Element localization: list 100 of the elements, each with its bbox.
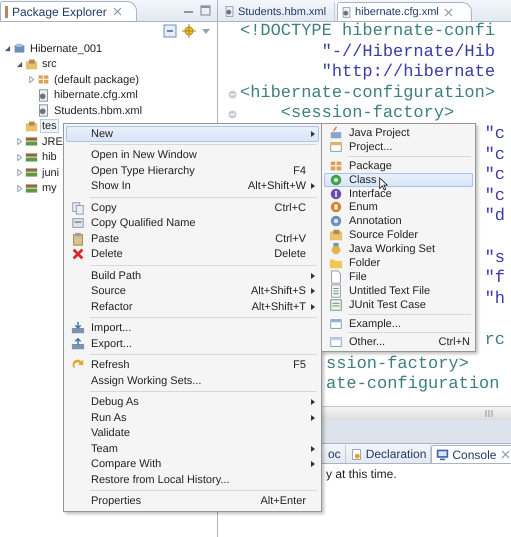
console-icon [436,448,450,461]
class-icon [329,172,343,187]
library-icon [25,166,38,180]
menu-item[interactable]: Build Path [66,268,319,284]
code-text: "c [484,186,505,206]
xml-file-icon [37,104,50,118]
maximize-icon[interactable] [200,5,211,16]
tree-item[interactable]: Students.hbm.xml [52,104,144,118]
collapsed-arrow-icon[interactable] [16,184,22,192]
menu-item[interactable]: Copy Ctrl+C [66,200,319,216]
code-text: <hibernate-configuration> [240,84,496,103]
tree-item[interactable]: Hibernate_001 [28,42,104,56]
menu-item[interactable]: Package [324,158,473,173]
grip-icon[interactable] [485,410,493,417]
menu-item[interactable]: Project... [324,140,473,154]
menu-item[interactable]: Folder [324,256,473,270]
test-case-icon [329,298,343,312]
working-set-icon [329,242,343,256]
menu-item[interactable]: File [324,270,473,284]
code-text: "c [484,124,505,144]
fold-icon[interactable] [228,90,237,99]
menu-item[interactable]: Delete Delete [66,246,319,262]
menu-item[interactable]: Debug As [66,394,319,410]
collapsed-arrow-icon[interactable] [28,76,34,84]
collapsed-arrow-icon[interactable] [16,169,22,176]
code-text: <!DOCTYPE hibernate-confi [240,22,496,41]
code-text: <session-factory> [280,104,454,124]
menu-item[interactable]: Paste Ctrl+V [66,231,319,246]
menu-item[interactable]: Validate [66,426,319,441]
code-text: "s [484,248,505,269]
code-text: "-//Hibernate/Hib [320,42,496,62]
package-icon [37,73,50,86]
menu-item[interactable]: Team [66,441,319,456]
expanded-arrow-icon[interactable] [4,45,10,52]
collapsed-arrow-icon[interactable] [16,154,22,161]
menu-item[interactable]: Java Project [324,126,473,140]
cursor-icon [379,177,388,191]
editor-tab[interactable]: Students.hbm.xml [221,2,336,21]
menu-item[interactable]: Annotation [324,214,473,228]
menu-item[interactable]: Untitled Text File [324,284,473,298]
import-icon [71,321,85,336]
declaration-icon [350,448,363,460]
tree-item[interactable]: (default package) [52,72,141,87]
code-text: "http://hibernate [320,63,496,82]
menu-item[interactable]: Copy Qualified Name [66,216,319,231]
menu-item[interactable]: Run As [66,410,319,426]
xml-file-icon [341,6,352,18]
menu-item[interactable]: Other... Ctrl+N [324,335,473,350]
collapse-all-icon[interactable] [163,24,177,38]
tree-item[interactable]: src [40,57,59,72]
menu-item[interactable]: Interface [324,186,473,200]
close-icon[interactable] [112,7,122,16]
menu-item[interactable]: Properties Alt+Enter [66,494,319,509]
menu-item[interactable]: Import... [66,320,319,336]
menu-item[interactable]: Assign Working Sets... [66,373,319,388]
close-icon[interactable] [501,450,510,459]
menu-item[interactable]: Export... [66,336,319,352]
code-text: ate-configuration [326,375,500,394]
menu-item[interactable]: Open Type Hierarchy F4 [66,163,319,178]
library-icon [25,135,38,148]
menu-item[interactable]: Restore from Local History... [66,472,319,488]
tree-item[interactable]: hib [40,150,59,164]
view-menu-icon[interactable] [201,27,211,35]
editor-tab[interactable]: hibernate.cfg.xml [337,2,472,21]
xml-file-icon [37,88,50,102]
tree-item[interactable]: my [40,181,59,196]
library-icon [25,182,38,195]
menu-item[interactable]: Refactor Alt+Shift+T [66,299,319,314]
collapsed-arrow-icon[interactable] [16,138,22,146]
code-text: "f [484,269,505,288]
tree-item[interactable]: hibernate.cfg.xml [52,88,140,102]
view-tab[interactable]: oc [324,445,346,463]
menu-item[interactable]: Open in New Window [66,148,319,163]
link-icon[interactable] [182,24,196,38]
tree-item[interactable]: juni [40,166,62,180]
view-tab[interactable]: Console [431,445,511,463]
tree-item[interactable]: tes [40,119,59,134]
project-icon [13,42,26,56]
menu-item[interactable]: Example... [324,316,473,330]
menu-item[interactable]: JUnit Test Case [324,298,473,312]
annotation-icon [329,214,343,228]
view-tab[interactable]: Package Explorer [0,1,137,21]
menu-item[interactable]: Show In Alt+Shift+W [66,178,319,194]
close-icon[interactable] [444,8,453,16]
fold-icon[interactable] [228,110,237,120]
menu-item[interactable]: Source Alt+Shift+S [66,284,319,299]
menu-item[interactable]: New [66,126,319,142]
menu-item[interactable]: Java Working Set [324,242,473,256]
code-text: "c [484,146,505,165]
tree-item[interactable]: JRE [40,134,65,149]
cross-icon [71,247,85,262]
code-text: "c [484,166,505,186]
menu-item[interactable]: Refresh F5 [66,358,319,373]
menu-item[interactable]: Class [324,172,473,187]
menu-item[interactable]: Compare With [66,456,319,472]
expanded-arrow-icon[interactable] [16,60,22,68]
menu-item[interactable]: Enum [324,200,473,214]
code-text: "h [484,290,505,309]
menu-item[interactable]: Source Folder [324,228,473,242]
package-icon [329,158,343,173]
